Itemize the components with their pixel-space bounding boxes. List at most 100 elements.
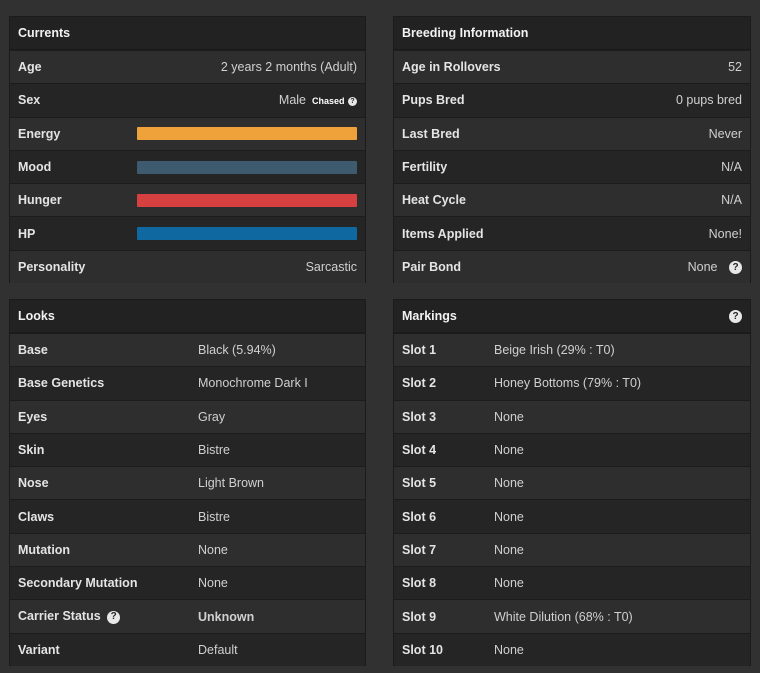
marking-row: Slot 1 Beige Irish (29% : T0) [394,333,750,367]
marking-value: None [494,509,524,524]
looks-value: Bistre [198,509,230,524]
energy-row: Energy [10,116,365,150]
carrier-status-link[interactable]: Unknown [198,610,254,624]
looks-label: Base [18,343,48,358]
breeding-rows: Age in Rollovers 52 Pups Bred 0 pups bre… [394,50,750,284]
marking-row: Slot 4 None [394,432,750,467]
marking-slot-label: Slot 5 [402,476,437,491]
marking-row: Slot 3 None [394,399,750,433]
looks-row: Skin Bistre [10,432,365,467]
breeding-label: Items Applied [402,226,484,241]
breeding-label: Last Bred [402,126,460,141]
sex-value-wrap: Male Chased ? [279,93,357,107]
sex-value: Male [278,93,306,108]
looks-title: Looks [10,300,365,333]
marking-slot-label: Slot 10 [402,642,443,657]
question-circle-icon[interactable]: ? [729,310,742,323]
looks-value: Gray [198,409,226,424]
looks-panel: Looks Base Black (5.94%) Base Genetics M… [9,299,366,666]
breeding-label: Pair Bond [402,259,462,274]
looks-value: Black (5.94%) [198,343,276,358]
chased-badge: Chased [312,96,345,107]
breeding-row: Items Applied None! [394,216,750,250]
hunger-label: Hunger [18,193,62,208]
hunger-bar [137,193,357,207]
currents-title: Currents [10,17,365,50]
breeding-row: Age in Rollovers 52 [394,50,750,84]
age-value: 2 years 2 months (Adult) [220,60,357,75]
energy-label: Energy [18,126,61,141]
markings-title: Markings [402,309,457,323]
looks-label: Skin [18,443,45,458]
marking-slot-label: Slot 2 [402,376,437,391]
looks-label: Claws [18,509,55,524]
personality-value: Sarcastic [305,259,357,274]
marking-value: None [494,542,524,557]
markings-header: Markings ? [394,300,750,333]
marking-slot-label: Slot 7 [402,542,437,557]
marking-value: None [494,642,524,657]
marking-value: None [494,576,524,591]
marking-value: White Dilution (68% : T0) [494,609,633,624]
breeding-row: Heat Cycle N/A [394,183,750,217]
breeding-value: N/A [721,193,742,208]
looks-label: Base Genetics [18,376,105,391]
looks-label: Nose [18,476,49,491]
marking-slot-label: Slot 3 [402,409,437,424]
breeding-row: Fertility N/A [394,149,750,184]
marking-slot-label: Slot 8 [402,576,437,591]
looks-value: Light Brown [198,476,265,491]
breeding-value: Never [708,126,742,141]
marking-row: Slot 10 None [394,632,750,666]
currents-panel: Currents Age 2 years 2 months (Adult) Se… [9,16,366,284]
breeding-value: None! [708,226,742,241]
marking-row: Slot 8 None [394,566,750,600]
currents-rows: Age 2 years 2 months (Adult) Sex Male Cha… [10,50,365,284]
marking-row: Slot 5 None [394,466,750,500]
personality-row: Personality Sarcastic [10,249,365,284]
hunger-row: Hunger [10,183,365,217]
marking-slot-label: Slot 1 [402,343,437,358]
age-label: Age [18,60,42,75]
mood-row: Mood [10,149,365,184]
hp-bar [137,227,357,241]
looks-row: Mutation None [10,532,365,567]
looks-label: Carrier Status [18,609,101,624]
markings-panel: Markings ? Slot 1 Beige Irish (29% : T0)… [393,299,751,666]
breeding-row: Pups Bred 0 pups bred [394,83,750,117]
looks-value: Monochrome Dark I [198,376,308,391]
looks-row: Carrier Status ? Unknown [10,599,365,633]
looks-label: Mutation [18,542,71,557]
breeding-label: Pups Bred [402,93,465,108]
looks-row: Eyes Gray [10,399,365,433]
question-circle-icon[interactable]: ? [348,96,357,106]
breeding-label: Fertility [402,160,448,175]
markings-rows: Slot 1 Beige Irish (29% : T0) Slot 2 Hon… [394,333,750,666]
breeding-label: Heat Cycle [402,193,466,208]
hp-label: HP [18,226,36,241]
breeding-title: Breeding Information [394,17,750,50]
marking-value: Beige Irish (29% : T0) [494,343,615,358]
breeding-value: N/A [721,160,742,175]
looks-row: Nose Light Brown [10,466,365,500]
carrier-status-label-wrap: Carrier Status ? [18,609,198,624]
marking-slot-label: Slot 9 [402,609,437,624]
looks-value: None [198,542,228,557]
looks-value: Default [198,642,238,657]
marking-value: Honey Bottoms (79% : T0) [494,376,642,391]
question-circle-icon[interactable]: ? [107,610,121,624]
age-row: Age 2 years 2 months (Adult) [10,50,365,84]
looks-label: Secondary Mutation [18,576,138,591]
marking-row: Slot 9 White Dilution (68% : T0) [394,599,750,633]
personality-label: Personality [18,259,86,274]
breeding-value: None [687,259,718,274]
mood-bar [137,160,357,174]
mood-label: Mood [18,160,52,175]
breeding-label: Age in Rollovers [402,60,501,75]
looks-value: Bistre [198,443,230,458]
marking-row: Slot 6 None [394,499,750,533]
hp-row: HP [10,216,365,250]
breeding-row: Last Bred Never [394,116,750,150]
marking-row: Slot 7 None [394,532,750,567]
question-circle-icon[interactable]: ? [729,261,742,275]
